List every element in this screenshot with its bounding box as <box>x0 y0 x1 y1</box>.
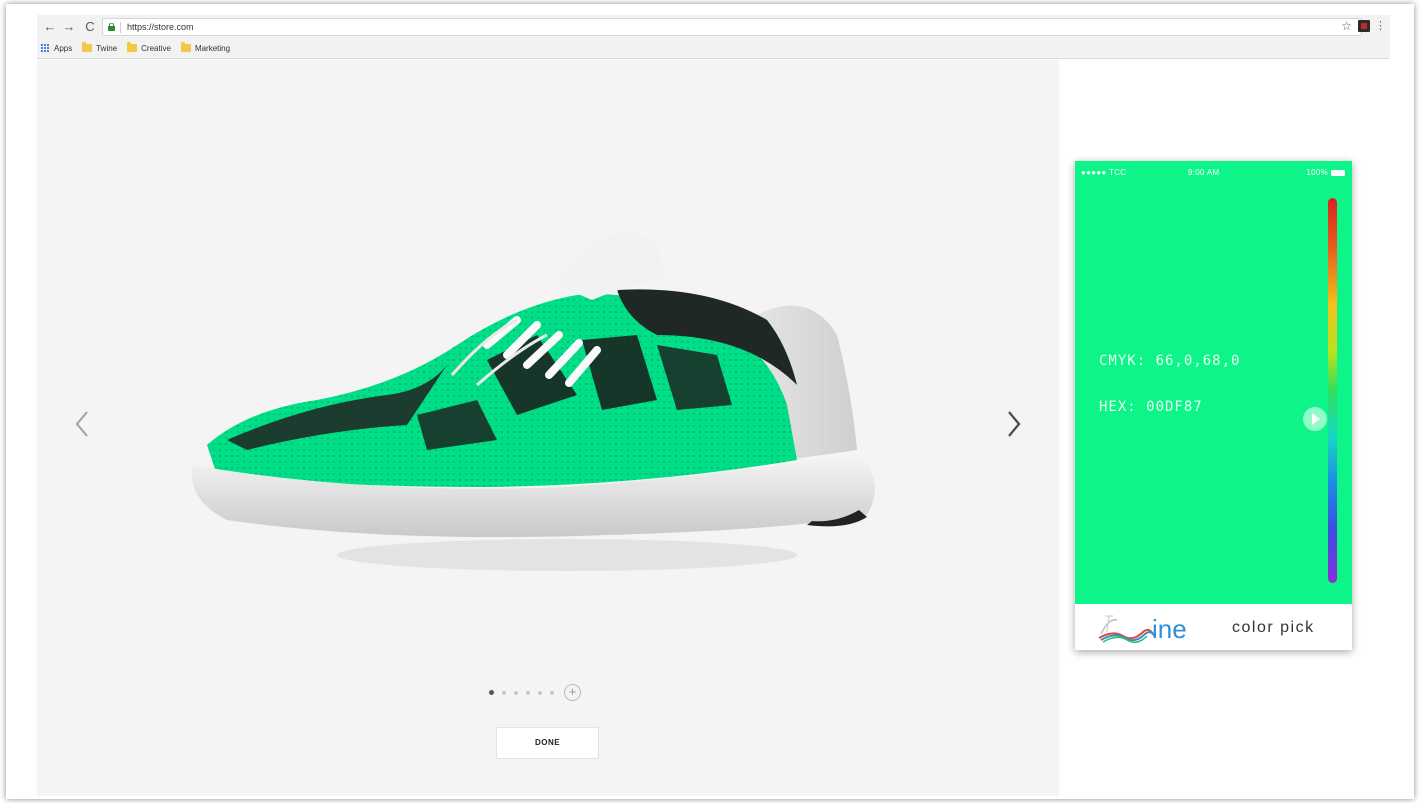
url-text: https://store.com <box>127 22 194 32</box>
chevron-right-icon[interactable] <box>1001 407 1025 441</box>
pdf-extension-icon[interactable] <box>1358 20 1370 32</box>
carousel-pagination: + <box>489 684 581 701</box>
bookmarks-bar: Apps Twine Creative Marketing <box>41 40 230 56</box>
phone-status-bar: ●●●●● TCC 9:00 AM 100% <box>1075 165 1352 181</box>
bookmark-label: Creative <box>141 43 171 53</box>
bookmark-label: Twine <box>96 43 118 53</box>
forward-arrow-icon[interactable]: → <box>62 19 76 35</box>
carousel-dot[interactable] <box>489 690 494 695</box>
color-preview-screen: ●●●●● TCC 9:00 AM 100% CMYK: 66,0,68,0 H… <box>1075 161 1352 604</box>
apps-grid-icon <box>41 43 50 53</box>
product-viewer: + DONE <box>37 60 1059 796</box>
battery-percent: 100% <box>1306 168 1328 177</box>
screenshot-frame: ← → C https://store.com ☆ ⋮ Apps Twine C… <box>0 0 1422 803</box>
cmyk-value: CMYK: 66,0,68,0 <box>1099 353 1241 369</box>
carrier-label: ●●●●● TCC <box>1081 168 1127 177</box>
carousel-dot[interactable] <box>550 690 554 695</box>
folder-icon <box>127 42 138 52</box>
browser-toolbar: ← → C https://store.com ☆ ⋮ Apps Twine C… <box>37 15 1390 59</box>
bookmark-apps[interactable]: Apps <box>41 43 73 53</box>
folder-icon <box>82 42 93 52</box>
done-button[interactable]: DONE <box>496 727 599 759</box>
folder-icon <box>180 42 191 52</box>
bookmark-star-icon[interactable]: ☆ <box>1341 18 1352 34</box>
browser-menu-icon[interactable]: ⋮ <box>1375 19 1386 33</box>
color-spectrum-slider[interactable] <box>1328 198 1337 583</box>
status-time: 9:00 AM <box>1188 168 1220 177</box>
bookmark-marketing[interactable]: Marketing <box>180 42 231 53</box>
product-shoe-image <box>191 232 875 571</box>
bookmark-twine[interactable]: Twine <box>82 42 118 53</box>
carousel-dot[interactable] <box>502 690 506 695</box>
add-view-button[interactable]: + <box>564 684 581 701</box>
back-arrow-icon[interactable]: ← <box>43 19 57 35</box>
bookmark-label: Marketing <box>194 43 231 53</box>
phone-footer: ine color pick <box>1075 604 1352 650</box>
bookmark-label: Apps <box>54 43 73 53</box>
bookmark-creative[interactable]: Creative <box>127 42 171 53</box>
chevron-left-icon[interactable] <box>71 407 95 441</box>
carousel-dot[interactable] <box>514 690 518 695</box>
battery-icon <box>1331 170 1345 176</box>
lock-icon <box>108 23 115 31</box>
twine-logo-text: ine <box>1152 614 1187 644</box>
carousel-dot[interactable] <box>526 690 530 695</box>
phone-mockup: ●●●●● TCC 9:00 AM 100% CMYK: 66,0,68,0 H… <box>1075 161 1352 650</box>
carousel-dot[interactable] <box>538 690 542 695</box>
address-separator <box>120 22 121 33</box>
address-bar[interactable]: https://store.com <box>102 18 1362 36</box>
play-icon[interactable] <box>1303 407 1327 431</box>
hex-value: HEX: 00DF87 <box>1099 399 1203 415</box>
color-pick-label: color pick <box>1232 619 1315 636</box>
reload-icon[interactable]: C <box>83 19 97 35</box>
